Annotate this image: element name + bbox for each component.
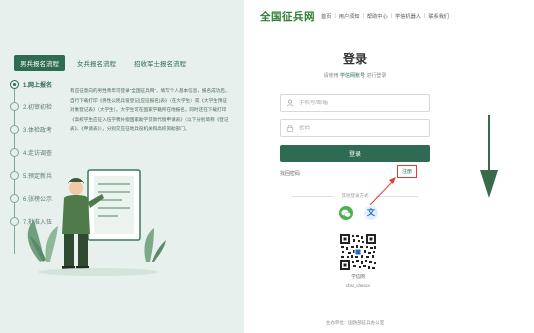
login-subtitle: 请使用 学信网账号 进行登录	[280, 72, 430, 79]
qr-code	[339, 233, 377, 271]
register-pointer-arrow-icon	[369, 177, 396, 206]
wechat-login-button[interactable]	[339, 206, 353, 220]
subtitle-highlight: 学信网账号	[339, 73, 365, 79]
step-item[interactable]: 1.网上报名	[10, 80, 52, 89]
subtitle-prefix: 请使用	[323, 73, 339, 79]
tab-female-process[interactable]: 女兵报名流程	[71, 55, 122, 71]
site-logo[interactable]: 全国征兵网	[260, 9, 315, 24]
top-header: 全国征兵网 首页 | 用户须知 | 帮助中心 | 学信机器人 | 联系我们	[244, 0, 534, 32]
register-link[interactable]: 注册	[397, 165, 417, 178]
step-dot	[10, 102, 19, 111]
subtitle-suffix: 进行登录	[366, 73, 387, 79]
password-input[interactable]	[299, 125, 419, 131]
nav-user-guide[interactable]: 用户须知	[336, 13, 363, 20]
nav-chsi-robot[interactable]: 学信机器人	[392, 13, 424, 20]
scroll-down-arrow-icon	[480, 115, 498, 198]
step-description: 有应征意向的男性青年可登录"全国征兵网"，填写个人基本信息，报名成功后，自行下载…	[70, 88, 230, 132]
login-title: 登录	[342, 52, 367, 66]
process-panel: 男兵报名流程 女兵报名流程 招收军士报名流程 1.网上报名 2.初审初检 3.体…	[0, 0, 244, 333]
xuexin-login-button[interactable]: 文	[364, 206, 378, 220]
phone-input[interactable]	[299, 100, 419, 106]
step-label: 2.初审初检	[23, 105, 53, 111]
phone-field[interactable]	[280, 94, 430, 112]
qr-code-label: 学信网	[351, 274, 365, 279]
step-item[interactable]: 2.初审初检	[10, 102, 52, 111]
step-label: 1.网上报名	[23, 83, 53, 89]
process-tabs: 男兵报名流程 女兵报名流程 招收军士报名流程	[14, 55, 198, 71]
lock-icon	[286, 124, 294, 132]
step-dot	[10, 125, 19, 134]
user-icon	[286, 99, 294, 107]
nav-contact-us[interactable]: 联系我们	[425, 13, 452, 20]
nav-help-center[interactable]: 帮助中心	[364, 13, 391, 20]
wechat-icon	[341, 209, 351, 217]
footer-sponsor: 主办单位：国防部征兵办公室	[325, 320, 385, 325]
password-field[interactable]	[280, 119, 430, 137]
qr-code-account-id: chsi_chescc	[345, 283, 371, 288]
top-nav: 首页 | 用户须知 | 帮助中心 | 学信机器人 | 联系我们	[318, 13, 452, 20]
other-login-methods-label: 其他登录方式	[280, 193, 430, 199]
step-item[interactable]: 3.体检政考	[10, 125, 52, 134]
tab-nco-process[interactable]: 招收军士报名流程	[128, 55, 192, 71]
step-dot	[10, 80, 19, 89]
login-button[interactable]: 登录	[280, 145, 430, 162]
nav-home[interactable]: 首页	[318, 13, 334, 20]
tab-male-process[interactable]: 男兵报名流程	[14, 55, 65, 71]
soldier-illustration	[27, 169, 166, 276]
xuexin-icon: 文	[367, 208, 375, 217]
step-label: 3.体检政考	[23, 128, 53, 134]
forgot-password-link[interactable]: 找回密码	[280, 170, 300, 177]
